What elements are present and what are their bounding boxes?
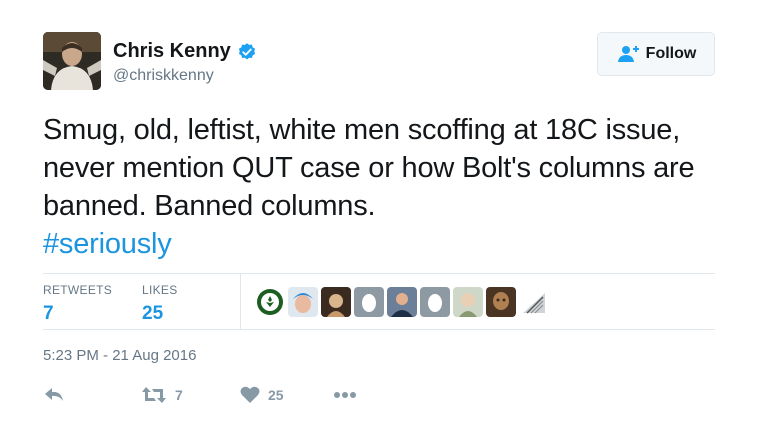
- retweet-button[interactable]: 7: [141, 385, 183, 405]
- retweets-stat[interactable]: RETWEETS 7: [43, 283, 112, 325]
- reply-button[interactable]: [43, 385, 65, 405]
- author-name-row[interactable]: Chris Kenny: [113, 40, 257, 63]
- verified-badge-icon: [238, 42, 255, 59]
- author-handle[interactable]: @chriskkenny: [113, 67, 214, 85]
- liker-avatar[interactable]: [288, 287, 318, 317]
- default-egg-avatar[interactable]: [420, 287, 450, 317]
- liker-avatar[interactable]: [486, 287, 516, 317]
- likes-stat[interactable]: LIKES 25: [142, 283, 178, 325]
- heart-icon: [240, 386, 260, 403]
- liker-avatar[interactable]: [387, 287, 417, 317]
- follow-button[interactable]: Follow: [597, 32, 715, 76]
- retweets-count: 7: [43, 303, 54, 324]
- profile-photo: [43, 32, 101, 90]
- liker-avatar[interactable]: [255, 287, 285, 317]
- stats-divider: [240, 274, 241, 329]
- more-icon: [334, 392, 356, 398]
- retweets-label: RETWEETS: [43, 283, 113, 297]
- like-button[interactable]: 25: [240, 385, 284, 404]
- add-user-icon: [617, 46, 639, 62]
- retweet-icon: [142, 387, 166, 403]
- liker-avatar[interactable]: [453, 287, 483, 317]
- reply-icon: [45, 388, 63, 401]
- tweet-body: Smug, old, leftist, white men scoffing a…: [43, 114, 695, 222]
- stats-bottom-divider: [43, 329, 715, 330]
- retweet-count: 7: [175, 387, 183, 403]
- tweet-text: Smug, old, leftist, white men scoffing a…: [43, 111, 733, 263]
- likers-avatars: [255, 287, 549, 317]
- default-egg-avatar[interactable]: [354, 287, 384, 317]
- avatar[interactable]: [43, 32, 101, 90]
- like-count: 25: [268, 386, 284, 403]
- follow-button-label: Follow: [645, 45, 697, 62]
- stats-top-divider: [43, 273, 715, 274]
- liker-avatar[interactable]: [321, 287, 351, 317]
- more-button[interactable]: [333, 385, 357, 405]
- hashtag-link[interactable]: #seriously: [43, 228, 172, 260]
- likes-count: 25: [142, 303, 164, 324]
- tweet-timestamp[interactable]: 5:23 PM - 21 Aug 2016: [43, 347, 196, 364]
- author-name[interactable]: Chris Kenny: [113, 40, 231, 63]
- likes-label: LIKES: [142, 283, 178, 297]
- liker-avatar[interactable]: [519, 287, 549, 317]
